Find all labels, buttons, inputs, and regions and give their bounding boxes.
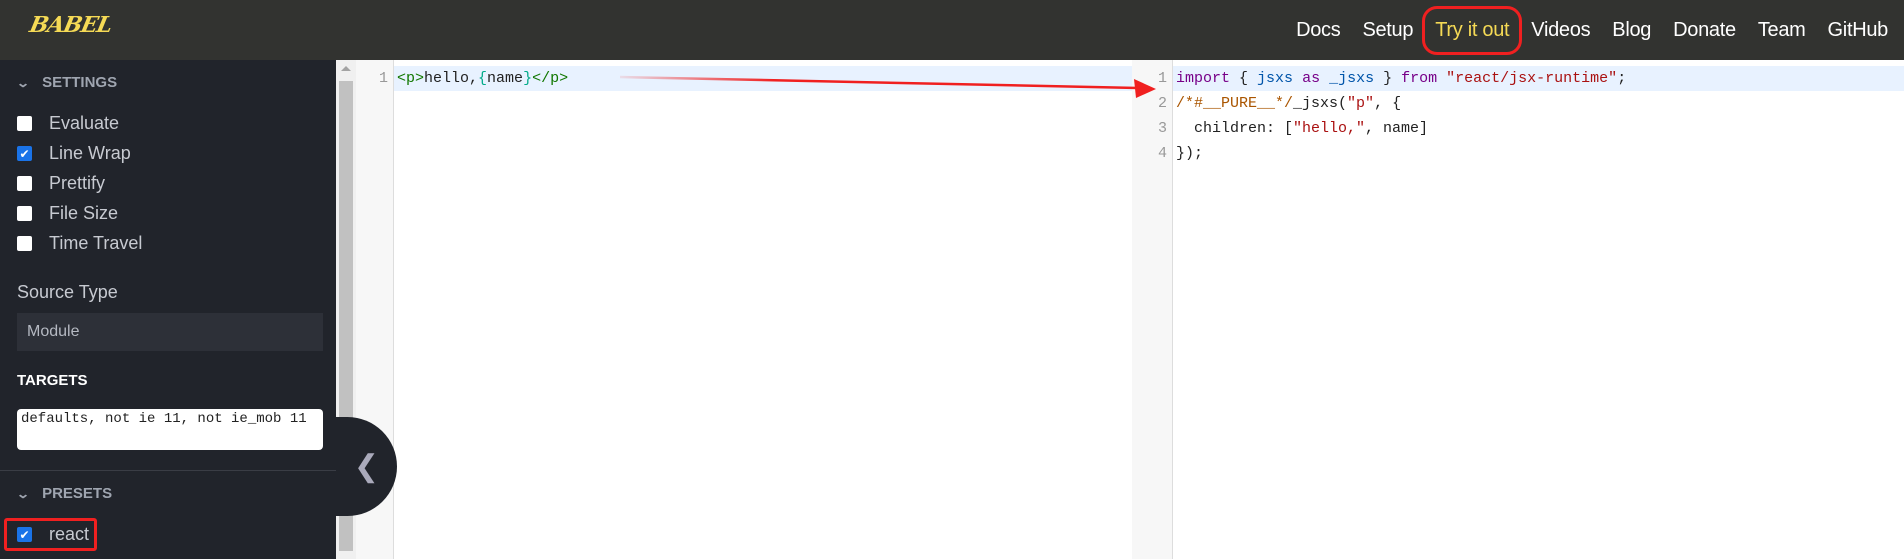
checkbox-line-wrap[interactable]: ✔ Line Wrap bbox=[17, 143, 131, 164]
scroll-up-icon[interactable] bbox=[341, 66, 351, 71]
code-line: import { jsxs as _jsxs } from "react/jsx… bbox=[1176, 70, 1627, 87]
checkbox-prettify[interactable]: Prettify bbox=[17, 173, 105, 194]
settings-sidebar: ⌄ SETTINGS Evaluate ✔ Line Wrap Prettify F… bbox=[0, 60, 336, 559]
source-type-label: Source Type bbox=[17, 282, 118, 302]
babel-logo[interactable]: BABEL bbox=[27, 12, 114, 38]
presets-title: PRESETS bbox=[42, 485, 113, 502]
nav-github[interactable]: GitHub bbox=[1828, 19, 1889, 42]
presets-section-toggle[interactable]: ⌄ PRESETS bbox=[15, 485, 113, 502]
checkbox-label: Prettify bbox=[49, 173, 106, 193]
top-nav: Docs Setup Try it out Videos Blog Donate… bbox=[1296, 0, 1888, 60]
checkbox-label: Line Wrap bbox=[49, 143, 131, 163]
line-number: 3 bbox=[1157, 120, 1167, 137]
checkbox-label: Time Travel bbox=[49, 233, 143, 253]
code-line: children: ["hello,", name] bbox=[1176, 120, 1429, 137]
nav-try-it-out[interactable]: Try it out bbox=[1422, 5, 1523, 55]
chevron-left-icon: ❮ bbox=[353, 450, 380, 483]
code-line: <p>hello,{name}</p> bbox=[394, 66, 1132, 91]
settings-section-toggle[interactable]: ⌄ SETTINGS bbox=[15, 74, 118, 91]
checkbox[interactable] bbox=[17, 116, 32, 131]
line-number: 4 bbox=[1157, 145, 1167, 162]
checkbox-evaluate[interactable]: Evaluate bbox=[17, 113, 119, 134]
checkbox-label: Evaluate bbox=[49, 113, 120, 133]
nav-donate[interactable]: Donate bbox=[1673, 19, 1736, 42]
nav-blog[interactable]: Blog bbox=[1612, 19, 1651, 42]
chevron-down-icon: ⌄ bbox=[15, 75, 31, 90]
top-header: BABEL Docs Setup Try it out Videos Blog … bbox=[0, 0, 1904, 60]
checkbox-time-travel[interactable]: Time Travel bbox=[17, 233, 142, 254]
code-line: /*#__PURE__*/_jsxs("p", { bbox=[1176, 95, 1402, 112]
nav-videos[interactable]: Videos bbox=[1531, 19, 1590, 42]
line-number: 1 bbox=[378, 70, 388, 87]
chevron-down-icon: ⌄ bbox=[15, 486, 31, 501]
checkbox[interactable] bbox=[17, 176, 32, 191]
nav-docs[interactable]: Docs bbox=[1296, 19, 1341, 42]
nav-team[interactable]: Team bbox=[1758, 19, 1806, 42]
checkbox[interactable] bbox=[17, 236, 32, 251]
output-editor: 1 2 3 4 import { jsxs as _jsxs } from "r… bbox=[1132, 60, 1904, 559]
checkbox[interactable]: ✔ bbox=[17, 146, 32, 161]
annotation-box bbox=[4, 518, 97, 551]
targets-input[interactable]: defaults, not ie 11, not ie_mob 11 bbox=[17, 409, 323, 450]
checkbox[interactable] bbox=[17, 206, 32, 221]
input-editor[interactable]: <p>hello,{name}</p> 1 bbox=[356, 60, 1132, 559]
code-line: }); bbox=[1176, 145, 1204, 162]
line-number: 2 bbox=[1157, 95, 1167, 112]
checkbox-file-size[interactable]: File Size bbox=[17, 203, 118, 224]
checkbox-label: File Size bbox=[49, 203, 119, 223]
settings-title: SETTINGS bbox=[42, 74, 118, 91]
source-type-select[interactable]: Module bbox=[17, 313, 323, 351]
divider bbox=[0, 470, 336, 471]
line-number: 1 bbox=[1157, 70, 1167, 87]
targets-label: TARGETS bbox=[17, 372, 88, 389]
nav-setup[interactable]: Setup bbox=[1362, 19, 1413, 42]
